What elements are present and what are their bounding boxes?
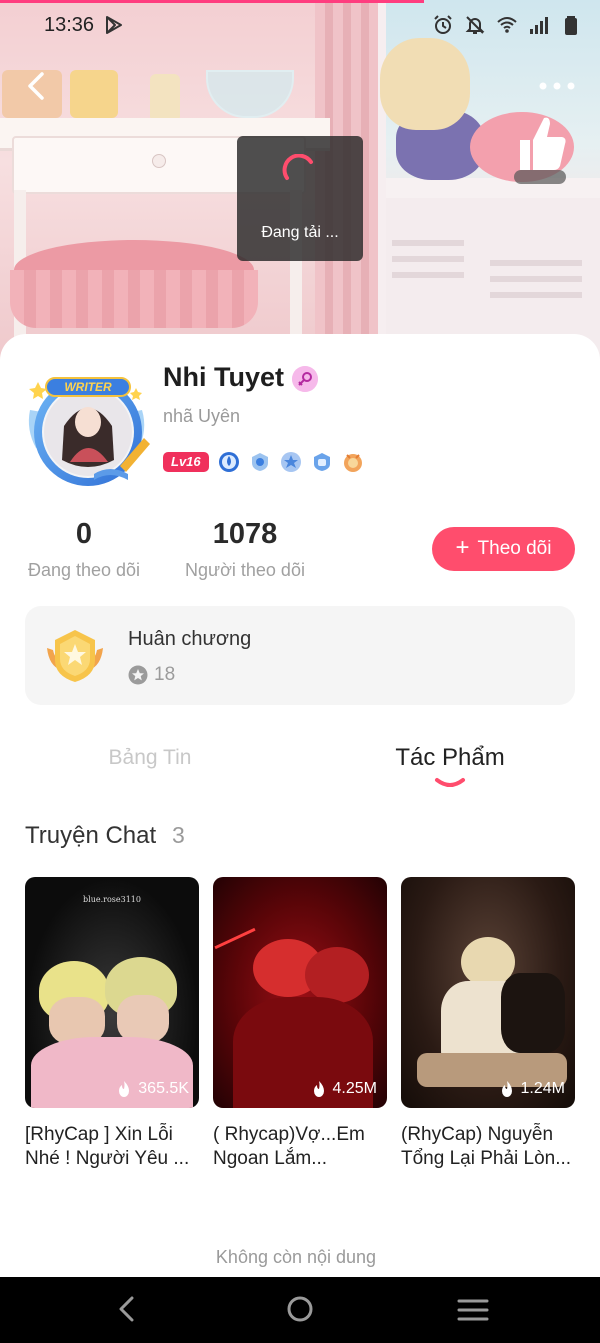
following-count[interactable]: 0 (24, 518, 144, 551)
level-badge: Lv16 (163, 452, 209, 472)
story-card[interactable]: blue.rose3110 365.5K (25, 877, 199, 1108)
status-icons (432, 12, 582, 38)
banner-decoration (150, 74, 180, 122)
banner-decoration (490, 260, 582, 266)
gender-icon (292, 366, 318, 392)
banner-stool-skirt (10, 270, 258, 328)
banner-decoration (490, 276, 582, 282)
shield-badge-icon (251, 453, 268, 471)
follow-button[interactable]: + Theo dõi (432, 527, 575, 571)
status-bar: 13:36 (0, 0, 600, 52)
view-count: 1.24M (499, 1080, 565, 1098)
back-icon[interactable] (22, 68, 54, 104)
banner-decoration (392, 240, 464, 246)
view-count-value: 365.5K (138, 1080, 189, 1097)
thumbs-up-icon[interactable] (510, 110, 570, 186)
fire-icon (501, 1081, 512, 1097)
avatar[interactable]: WRITER (24, 370, 154, 490)
loading-toast: Đang tải ... (237, 136, 363, 261)
wifi-icon (497, 17, 517, 33)
drop-badge-icon (218, 452, 239, 472)
nav-menu-icon[interactable] (456, 1295, 490, 1325)
view-count: 365.5K (116, 1080, 189, 1098)
cover-light (214, 927, 256, 950)
following-label[interactable]: Đang theo dõi (24, 560, 144, 581)
system-nav-bar (0, 1277, 600, 1343)
end-of-list-text: Không còn nội dung (215, 1247, 377, 1267)
mute-icon (465, 16, 485, 34)
banner-decoration (70, 70, 118, 118)
medal-icon (47, 630, 103, 682)
banner-decoration (392, 256, 464, 262)
nav-back-icon[interactable] (112, 1293, 144, 1325)
loading-text: Đang tải ... (261, 224, 339, 241)
story-title[interactable]: ( Rhycap)Vợ...Em Ngoan Lắm... (213, 1123, 393, 1171)
story-title[interactable]: (RhyCap) Nguyễn Tổng Lại Phải Lòn... (401, 1123, 581, 1171)
followers-label[interactable]: Người theo dõi (174, 560, 316, 581)
fire-icon (313, 1081, 324, 1097)
plus-icon: + (455, 534, 470, 561)
lion-badge-icon (343, 454, 362, 472)
load-progress-line (0, 0, 424, 3)
status-time: 13:36 (44, 14, 95, 36)
cover-figure (117, 995, 169, 1043)
medal-card[interactable]: Huân chương 18 (25, 606, 575, 705)
banner-window-frame (378, 0, 386, 360)
cover-watermark: blue.rose3110 (83, 895, 141, 904)
tab-feed[interactable]: Bảng Tin (70, 746, 230, 770)
more-icon[interactable] (536, 72, 578, 100)
nav-home-icon[interactable] (284, 1293, 316, 1325)
followers-count[interactable]: 1078 (182, 518, 308, 551)
spinner-icon (282, 154, 313, 180)
battery-icon (565, 16, 577, 35)
banner-decoration (392, 272, 464, 278)
view-count: 4.25M (311, 1080, 377, 1098)
story-title[interactable]: [RhyCap ] Xin Lỗi Nhé ! Người Yêu ... (25, 1123, 205, 1171)
star-badge-icon (280, 452, 301, 472)
star-icon (128, 665, 148, 685)
medal-title: Huân chương (128, 628, 252, 650)
signal-icon (530, 17, 548, 34)
medal-count: 18 (154, 664, 176, 685)
profile-handle: nhã Uyên (163, 406, 241, 426)
profile-name: Nhi Tuyet (163, 362, 284, 392)
banner-decoration (490, 292, 582, 298)
story-card[interactable]: 4.25M (213, 877, 387, 1108)
fire-icon (119, 1081, 130, 1097)
cover-figure (305, 947, 369, 1003)
crest-badge-icon (313, 453, 330, 471)
tab-active-indicator (435, 778, 465, 787)
follow-button-label: Theo dõi (477, 538, 552, 559)
view-count-value: 1.24M (520, 1080, 565, 1097)
tab-works[interactable]: Tác Phẩm (370, 744, 530, 772)
cover-figure (501, 973, 565, 1053)
avatar-frame-label: WRITER (64, 380, 112, 394)
banner-knob (152, 154, 166, 168)
story-card[interactable]: 1.24M (401, 877, 575, 1108)
alarm-icon (434, 15, 452, 34)
view-count-value: 4.25M (332, 1080, 377, 1097)
play-store-icon (106, 16, 122, 34)
banner-vase (206, 70, 294, 118)
section-title: Truyện Chat (25, 822, 157, 849)
badge-row: Lv16 (163, 450, 364, 474)
section-count: 3 (172, 822, 185, 848)
